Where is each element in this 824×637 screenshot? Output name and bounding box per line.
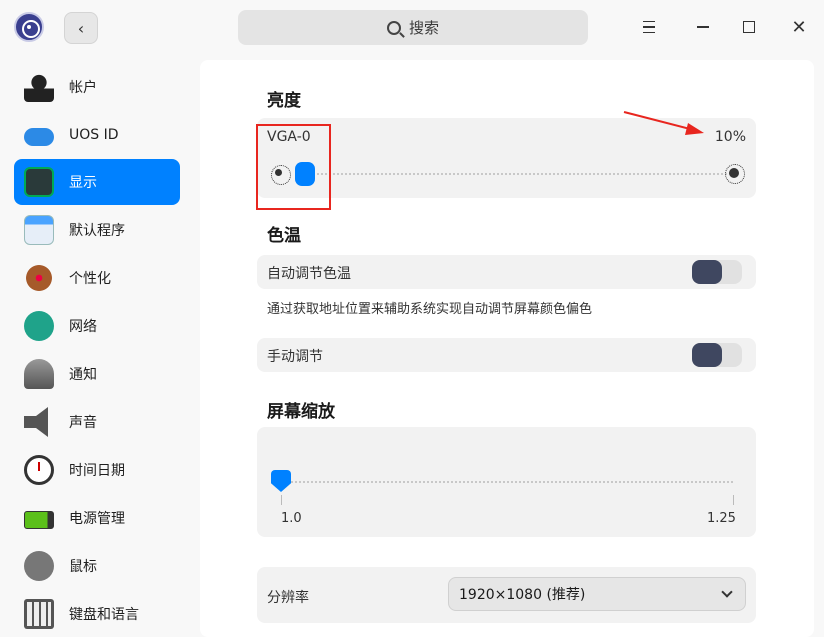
battery-icon [24,511,54,529]
resolution-value: 1920×1080 (推荐) [459,587,586,603]
annotation-highlight-box [256,124,331,210]
sidebar-item-account[interactable]: 帐户 [14,64,180,110]
sidebar-item-mouse[interactable]: 鼠标 [14,543,180,589]
brightness-title: 亮度 [267,91,301,111]
annotation-arrow-icon [623,111,704,135]
search-icon [386,20,401,35]
scaling-tick-min [281,495,282,505]
auto-color-temp-label: 自动调节色温 [267,266,351,282]
menu-button[interactable] [634,12,664,42]
color-temp-title: 色温 [267,226,301,246]
sidebar-item-keyboard[interactable]: 键盘和语言 [14,591,180,637]
keyboard-icon [24,599,54,629]
sidebar-item-uos-id[interactable]: UOS ID [14,112,180,158]
auto-color-temp-toggle[interactable] [692,260,742,284]
manual-color-temp-row: 手动调节 [257,338,756,372]
default-apps-icon [24,215,54,245]
scaling-max-label: 1.25 [707,511,736,526]
sidebar-item-sound[interactable]: 声音 [14,399,180,445]
maximize-button[interactable] [734,12,764,42]
sidebar-item-notification[interactable]: 通知 [14,351,180,397]
search-placeholder: 搜索 [408,19,439,37]
scaling-min-label: 1.0 [281,511,302,526]
clock-icon [24,455,54,485]
mouse-icon [24,551,54,581]
scaling-card: 1.0 1.25 [257,427,756,537]
back-button[interactable]: ‹ [64,12,98,44]
chevron-down-icon [721,586,733,598]
sidebar-item-label: 时间日期 [69,463,125,479]
personalization-icon [24,263,54,293]
auto-color-temp-row: 自动调节色温 [257,255,756,289]
scaling-title: 屏幕缩放 [267,402,335,422]
search-input[interactable]: 搜索 [238,10,588,45]
sidebar: 帐户 UOS ID 显示 默认程序 个性化 网络 通知 声音 时间日期 电源管理… [0,54,192,637]
sidebar-item-label: 电源管理 [69,511,125,527]
resolution-select[interactable]: 1920×1080 (推荐) [448,577,746,611]
sidebar-item-label: 帐户 [69,80,97,96]
sidebar-item-label: 通知 [69,367,97,383]
sidebar-item-label: 网络 [69,319,97,335]
brightness-slider-track[interactable] [305,173,729,175]
manual-color-temp-toggle[interactable] [692,343,742,367]
resolution-label: 分辨率 [267,590,309,606]
sidebar-item-default-apps[interactable]: 默认程序 [14,207,180,253]
sidebar-item-label: 显示 [69,175,97,191]
chevron-left-icon: ‹ [77,18,85,38]
auto-color-temp-description: 通过获取地址位置来辅助系统实现自动调节屏幕颜色偏色 [267,302,593,317]
sidebar-item-personalization[interactable]: 个性化 [14,255,180,301]
close-button[interactable]: ✕ [784,12,814,42]
app-logo-icon [14,12,44,42]
brightness-high-icon [725,164,745,184]
sidebar-item-datetime[interactable]: 时间日期 [14,447,180,493]
sidebar-item-label: 键盘和语言 [69,607,139,623]
brightness-value: 10% [714,129,746,145]
minimize-button[interactable] [688,12,718,42]
sidebar-item-label: UOS ID [69,127,119,143]
display-icon [24,167,54,197]
sidebar-item-label: 个性化 [69,271,111,287]
sidebar-item-display[interactable]: 显示 [14,159,180,205]
manual-color-temp-label: 手动调节 [267,349,323,365]
sidebar-item-network[interactable]: 网络 [14,303,180,349]
scaling-slider-handle[interactable] [271,470,291,492]
sidebar-item-label: 声音 [69,415,97,431]
sidebar-item-label: 默认程序 [69,223,125,239]
sidebar-item-label: 鼠标 [69,559,97,575]
network-icon [24,311,54,341]
sidebar-item-power[interactable]: 电源管理 [14,495,180,541]
bell-icon [24,359,54,389]
cloud-icon [24,128,54,146]
account-icon [24,72,54,102]
speaker-icon [24,407,48,437]
scaling-tick-max [733,495,734,505]
title-bar: ‹ 搜索 ✕ [0,0,824,54]
scaling-slider-track[interactable] [279,481,733,483]
